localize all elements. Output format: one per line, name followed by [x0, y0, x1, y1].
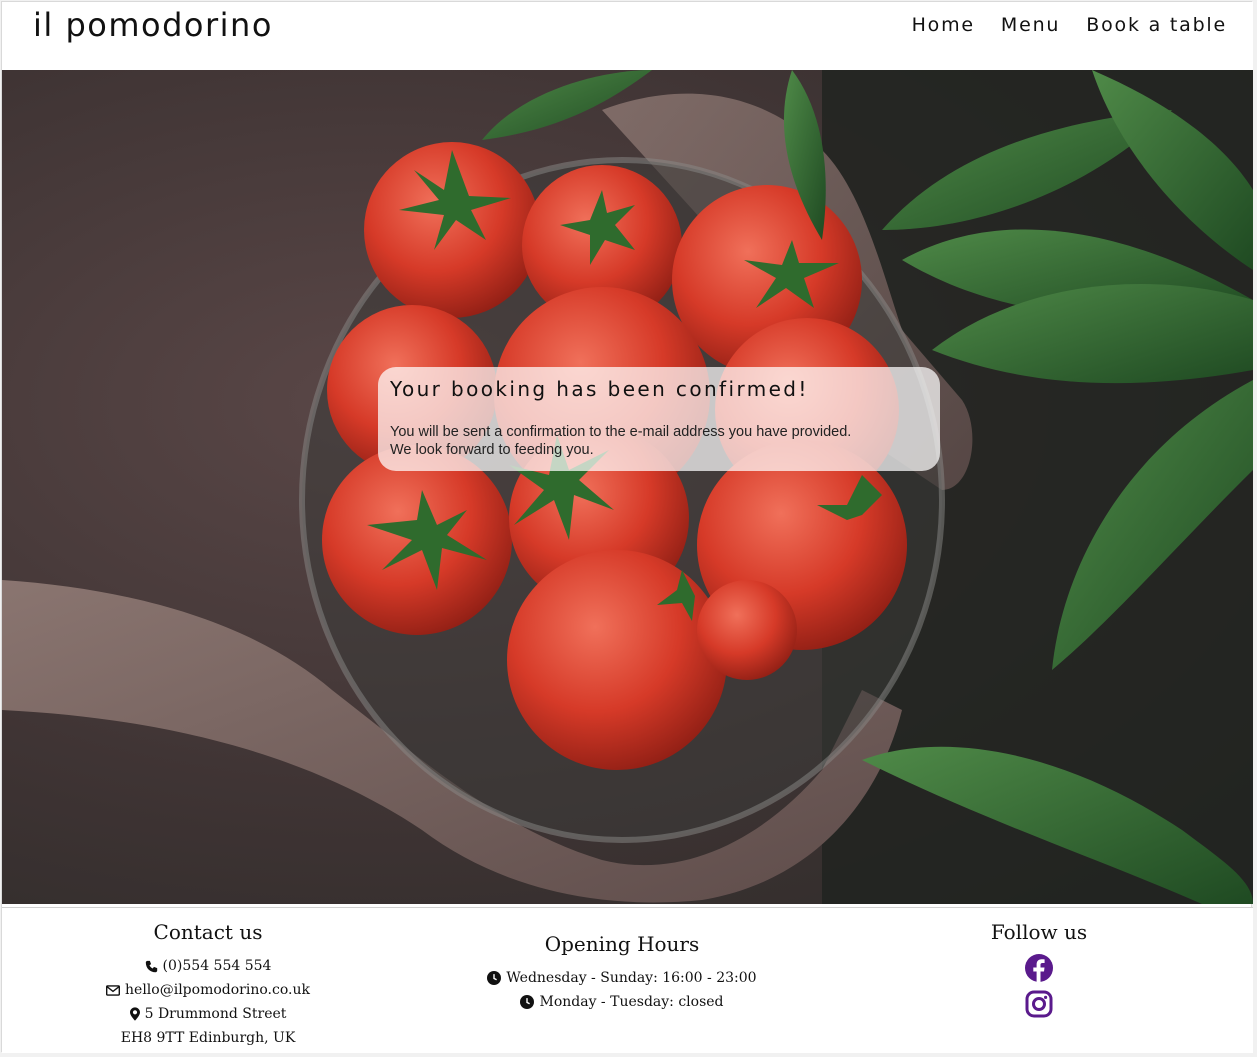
instagram-icon[interactable] [1025, 990, 1053, 1018]
address-line2: EH8 9TT Edinburgh, UK [120, 1030, 296, 1046]
nav-book-table-link[interactable]: Book a table [1086, 14, 1227, 36]
clock-icon [520, 995, 535, 1009]
hours-closed-row: Monday - Tuesday: closed [472, 990, 772, 1014]
opening-hours-section: Opening Hours Wednesday - Sunday: 16:00 … [472, 932, 772, 1014]
envelope-icon [106, 984, 121, 996]
site-footer: Contact us (0)554 554 554 hello@ilpomodo… [2, 907, 1253, 1053]
hours-open-text: Wednesday - Sunday: 16:00 - 23:00 [506, 970, 757, 986]
hours-open-row: Wednesday - Sunday: 16:00 - 23:00 [472, 966, 772, 990]
hero-image: Your booking has been confirmed! You wil… [2, 70, 1253, 904]
nav-menu-link[interactable]: Menu [1001, 14, 1060, 36]
phone-icon [145, 960, 157, 972]
contact-email[interactable]: hello@ilpomodorino.co.uk [82, 978, 334, 1002]
contact-address: 5 Drummond Street [82, 1002, 334, 1026]
site-header: il pomodorino Home Menu Book a table [2, 2, 1253, 70]
contact-address-2: EH8 9TT Edinburgh, UK [82, 1026, 334, 1050]
facebook-icon[interactable] [1025, 954, 1053, 982]
address-line1: 5 Drummond Street [144, 1006, 287, 1022]
email-address: hello@ilpomodorino.co.uk [125, 982, 310, 998]
map-marker-icon [129, 1007, 140, 1021]
clock-icon [487, 971, 502, 985]
main-nav: Home Menu Book a table [912, 14, 1227, 36]
phone-number: (0)554 554 554 [162, 958, 272, 974]
confirmation-email-text: You will be sent a confirmation to the e… [390, 424, 852, 440]
opening-hours-heading: Opening Hours [544, 932, 700, 956]
brand-logo[interactable]: il pomodorino [33, 6, 273, 44]
contact-heading: Contact us [153, 920, 263, 944]
contact-phone[interactable]: (0)554 554 554 [82, 954, 334, 978]
contact-section: Contact us (0)554 554 554 hello@ilpomodo… [82, 920, 334, 1050]
confirmation-closing-text: We look forward to feeding you. [390, 442, 594, 458]
page-frame: il pomodorino Home Menu Book a table You… [1, 1, 1253, 1053]
nav-home-link[interactable]: Home [912, 14, 975, 36]
booking-confirmation-notice: Your booking has been confirmed! You wil… [378, 367, 940, 471]
hours-closed-text: Monday - Tuesday: closed [539, 994, 724, 1010]
confirmation-heading: Your booking has been confirmed! [390, 377, 809, 401]
follow-us-section: Follow us [962, 920, 1116, 1018]
tomato-bowl-illustration [2, 70, 1253, 904]
follow-us-heading: Follow us [990, 920, 1088, 944]
